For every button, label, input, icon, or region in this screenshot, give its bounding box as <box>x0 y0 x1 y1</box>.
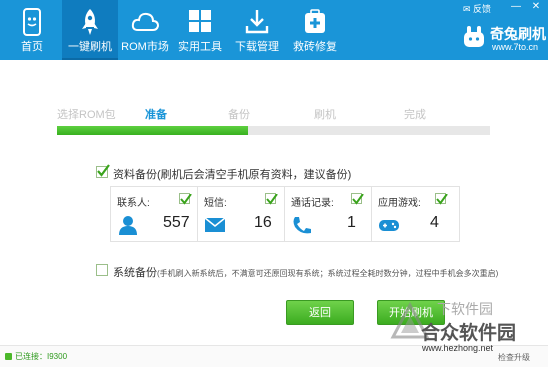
data-backup-checkbox[interactable] <box>96 164 110 178</box>
backup-item-sms: 短信: 16 <box>198 187 285 241</box>
apps-checkbox[interactable] <box>435 193 448 205</box>
step-progress-bar <box>57 126 490 135</box>
call-log-icon <box>293 217 311 234</box>
nav-tools[interactable]: 实用工具 <box>172 0 228 60</box>
sms-count: 16 <box>254 214 272 231</box>
system-backup-checkbox[interactable] <box>96 264 108 276</box>
rabbit-logo-icon <box>464 26 484 47</box>
connection-status: 已连接：I9300 <box>15 352 68 361</box>
data-backup-label: 资料备份(刷机后会清空手机原有资料，建议备份) <box>113 169 352 181</box>
checkmark-icon <box>266 193 278 205</box>
checkmark-icon <box>97 164 110 177</box>
step-flash: 刷机 <box>314 109 336 121</box>
backup-items-grid: 联系人: 557 短信: 16 通话记录: 1 应用游戏: 4 <box>110 186 460 242</box>
connected-icon <box>5 353 12 360</box>
gamepad-icon <box>379 220 399 231</box>
nav-repair-label: 救砖修复 <box>293 41 337 53</box>
step-backup: 备份 <box>228 109 250 121</box>
nav-downloads[interactable]: 下载管理 <box>229 0 285 60</box>
brand-name: 奇兔刷机 <box>490 26 546 42</box>
checkmark-icon <box>436 193 448 205</box>
grid-icon <box>189 10 211 32</box>
back-button[interactable]: 返回 <box>286 300 354 325</box>
nav-rom-market-label: ROM市场 <box>121 41 169 53</box>
call-log-count: 1 <box>347 214 356 231</box>
watermark-url: www.hezhong.net <box>422 343 494 353</box>
nav-tools-label: 实用工具 <box>178 41 222 53</box>
nav-home-label: 首页 <box>21 41 43 53</box>
download-icon <box>245 10 269 34</box>
backup-item-apps: 应用游戏: 4 <box>372 187 460 241</box>
step-progress-fill <box>57 126 248 135</box>
top-navigation-bar: 首页 一键刷机 ROM市场 实用工具 下载管理 救砖修复 ✉ 反馈 — ✕ 奇兔… <box>0 0 548 60</box>
brand-url: www.7to.cn <box>492 42 539 52</box>
watermark-title: 合众软件园 <box>421 323 517 344</box>
system-backup-label: 系统备份(手机刷入新系统后，不满意可还原回现有系统；系统过程全耗时数分钟，过程中… <box>113 267 499 279</box>
backup-item-call-log: 通话记录: 1 <box>285 187 372 241</box>
rocket-icon <box>82 9 98 35</box>
apps-count: 4 <box>430 214 439 231</box>
step-select-rom: 选择ROM包 <box>57 109 116 121</box>
step-complete: 完成 <box>404 109 426 121</box>
sms-checkbox[interactable] <box>265 193 278 205</box>
feedback-link[interactable]: ✉ 反馈 <box>463 2 491 15</box>
contacts-count: 557 <box>163 214 190 231</box>
nav-home[interactable]: 首页 <box>4 0 60 60</box>
call-log-checkbox[interactable] <box>351 193 364 205</box>
sms-icon <box>204 217 226 232</box>
nav-rom-market[interactable]: ROM市场 <box>117 0 173 60</box>
backup-item-contacts: 联系人: 557 <box>111 187 198 241</box>
feedback-icon: ✉ <box>463 4 474 14</box>
checkmark-icon <box>352 193 364 205</box>
check-update-link[interactable]: 检查升级 <box>498 352 530 363</box>
nav-flash[interactable]: 一键刷机 <box>62 0 118 60</box>
minimize-button[interactable]: — <box>508 1 524 13</box>
contact-icon <box>119 216 137 235</box>
step-prepare: 准备 <box>145 109 167 121</box>
cloud-icon <box>131 12 160 31</box>
medkit-icon <box>305 9 325 33</box>
close-button[interactable]: ✕ <box>528 1 544 13</box>
checkmark-icon <box>180 193 192 205</box>
nav-repair[interactable]: 救砖修复 <box>287 0 343 60</box>
contacts-checkbox[interactable] <box>179 193 192 205</box>
watermark-top-text: 下软件园 <box>437 301 493 317</box>
nav-flash-label: 一键刷机 <box>68 41 112 53</box>
nav-downloads-label: 下载管理 <box>235 41 279 53</box>
phone-icon <box>23 8 41 36</box>
